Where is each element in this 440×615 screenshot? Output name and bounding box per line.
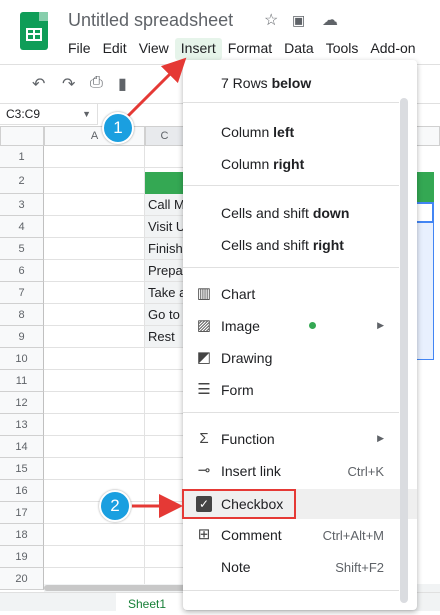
- menu-item-chart[interactable]: ▥ Chart: [183, 279, 417, 309]
- checkbox-highlight-box: [182, 489, 296, 519]
- row-header[interactable]: 13: [0, 414, 44, 436]
- select-all-corner[interactable]: [0, 126, 44, 146]
- row-header[interactable]: 1: [0, 146, 44, 168]
- row-header[interactable]: 5: [0, 238, 44, 260]
- menu-item-column-left[interactable]: Column left: [183, 117, 417, 147]
- submenu-arrow-icon: ▶: [377, 320, 384, 330]
- new-dot-icon: [309, 322, 316, 329]
- row-header[interactable]: 19: [0, 546, 44, 568]
- chevron-down-icon[interactable]: ▼: [82, 103, 91, 125]
- row-header[interactable]: 6: [0, 260, 44, 282]
- callout-step-1: 1: [102, 112, 134, 144]
- row-header[interactable]: 11: [0, 370, 44, 392]
- table-cell[interactable]: Finish: [145, 238, 184, 259]
- menu-item-insert-link[interactable]: ⊸ Insert link Ctrl+K: [183, 456, 417, 486]
- image-icon: ▨: [196, 317, 212, 334]
- menu-item-drawing[interactable]: ◩ Drawing: [183, 343, 417, 373]
- callout-step-2: 2: [99, 490, 131, 522]
- table-cell[interactable]: Prepa: [145, 260, 184, 281]
- drawing-icon: ◩: [196, 349, 212, 366]
- menu-item-function[interactable]: Σ Function ▶: [183, 424, 417, 454]
- menu-item-image[interactable]: ▨ Image ▶: [183, 311, 417, 341]
- row-header[interactable]: 18: [0, 524, 44, 546]
- row-header[interactable]: 2: [0, 168, 44, 194]
- menu-item-column-right[interactable]: Column right: [183, 149, 417, 179]
- row-header[interactable]: 10: [0, 348, 44, 370]
- row-header[interactable]: 4: [0, 216, 44, 238]
- menu-item-form[interactable]: ☰ Form: [183, 375, 417, 405]
- row-header[interactable]: 17: [0, 502, 44, 524]
- link-icon: ⊸: [197, 462, 211, 479]
- cloud-status-icon: ☁: [322, 12, 338, 29]
- move-folder-icon[interactable]: ▣: [292, 12, 305, 29]
- menu-edit[interactable]: Edit: [97, 38, 133, 60]
- row-header[interactable]: 3: [0, 194, 44, 216]
- menu-tools[interactable]: Tools: [320, 38, 365, 60]
- menu-item-comment[interactable]: ⊞ Comment Ctrl+Alt+M: [183, 520, 417, 550]
- row-header[interactable]: 12: [0, 392, 44, 414]
- name-box[interactable]: C3:C9 ▼: [0, 103, 98, 125]
- form-icon: ☰: [197, 381, 211, 398]
- menu-addons[interactable]: Add-on: [364, 38, 421, 60]
- menu-item-cells-shift-down[interactable]: Cells and shift down: [183, 198, 417, 228]
- document-title[interactable]: Untitled spreadsheet: [68, 10, 233, 31]
- menu-bar: File Edit View Insert Format Data Tools …: [62, 38, 422, 60]
- paint-format-icon[interactable]: ▮: [118, 74, 127, 94]
- row-header[interactable]: 16: [0, 480, 44, 502]
- row-header[interactable]: 14: [0, 436, 44, 458]
- sigma-icon: Σ: [199, 430, 209, 447]
- redo-icon[interactable]: ↷: [62, 74, 75, 94]
- table-cell[interactable]: Go to: [145, 304, 184, 325]
- sheets-logo[interactable]: [20, 12, 48, 50]
- submenu-arrow-icon: ▶: [377, 433, 384, 443]
- row-header[interactable]: 8: [0, 304, 44, 326]
- menu-data[interactable]: Data: [278, 38, 320, 60]
- sheet-tab[interactable]: Sheet1: [116, 593, 186, 611]
- menu-insert[interactable]: Insert: [174, 38, 222, 60]
- menu-scrollbar[interactable]: [400, 98, 408, 603]
- menu-file[interactable]: File: [62, 38, 97, 60]
- undo-icon[interactable]: ↶: [32, 74, 45, 94]
- column-header-c[interactable]: C: [145, 126, 184, 146]
- table-cell[interactable]: Call M: [145, 194, 184, 215]
- menu-item-note[interactable]: Note Shift+F2: [183, 552, 417, 582]
- name-box-value: C3:C9: [6, 107, 41, 121]
- menu-view[interactable]: View: [133, 38, 175, 60]
- comment-icon: ⊞: [197, 526, 211, 543]
- row-header[interactable]: 20: [0, 568, 44, 590]
- table-cell[interactable]: Take a: [145, 282, 184, 303]
- row-header[interactable]: 9: [0, 326, 44, 348]
- table-cell[interactable]: Rest: [145, 326, 184, 347]
- row-header[interactable]: 7: [0, 282, 44, 304]
- print-icon[interactable]: ⎙: [90, 74, 103, 92]
- table-cell[interactable]: Visit U: [145, 216, 184, 237]
- star-icon[interactable]: ☆: [264, 10, 278, 30]
- chart-icon: ▥: [196, 285, 212, 302]
- menu-item-cells-shift-right[interactable]: Cells and shift right: [183, 230, 417, 260]
- menu-format[interactable]: Format: [222, 38, 278, 60]
- row-header[interactable]: 15: [0, 458, 44, 480]
- menu-item-rows-below[interactable]: 7 Rows below: [183, 68, 417, 98]
- insert-menu: 7 Rows below Column left Column right Ce…: [183, 60, 417, 610]
